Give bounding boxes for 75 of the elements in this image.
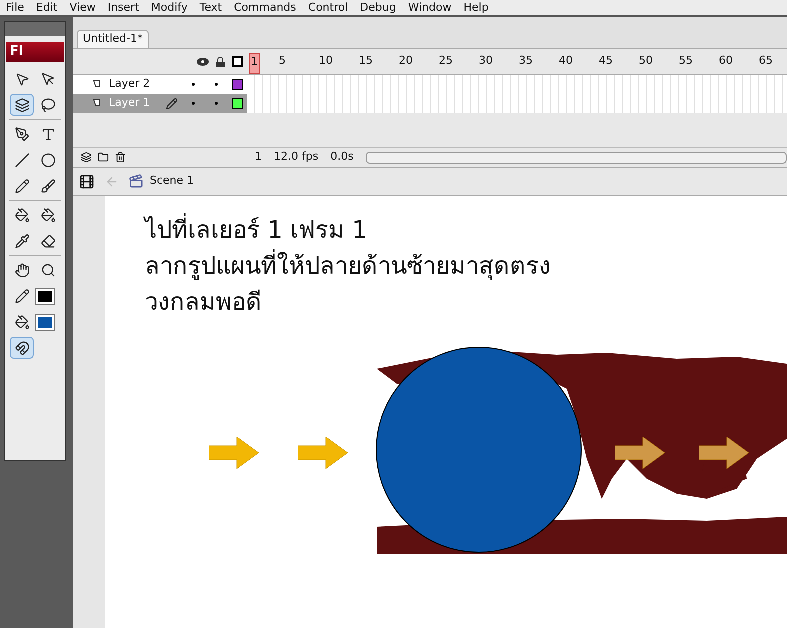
arrow-icon — [209, 437, 259, 469]
frame-rate: 12.0 fps — [274, 149, 319, 166]
magnet-icon — [14, 340, 30, 356]
frame-counter: 1 — [255, 149, 262, 166]
layer-name: Layer 1 — [109, 95, 152, 112]
stroke-color-swatch[interactable] — [36, 288, 54, 304]
brush-icon — [40, 178, 56, 194]
fill-color-swatch[interactable] — [36, 314, 54, 330]
oval-icon — [40, 152, 56, 168]
text-icon — [40, 126, 56, 142]
magnet-tool[interactable] — [10, 337, 34, 359]
stage-text-line: ลากรูปแผนที่ให้ปลายด้านซ้ายมาสุดตรง — [145, 248, 551, 284]
stroke-pencil-icon — [14, 288, 30, 304]
stage-text-line: วงกลมพอดี — [145, 287, 263, 318]
menu-item[interactable]: Insert — [102, 2, 146, 13]
layer-color-square[interactable] — [232, 79, 243, 90]
timeline-toggle-icon[interactable] — [79, 174, 95, 190]
hand-icon — [14, 262, 30, 278]
layer-color-square[interactable] — [232, 98, 243, 109]
menu-item[interactable]: Modify — [145, 2, 194, 13]
pencil-icon — [14, 178, 30, 194]
menu-item[interactable]: Edit — [30, 2, 64, 13]
layer-name: Layer 2 — [109, 76, 152, 92]
frame-number: 5 — [279, 53, 286, 69]
frame-number: 1 — [249, 53, 260, 74]
lock-icon[interactable] — [216, 56, 225, 66]
subselection-icon — [40, 72, 56, 86]
menu-item[interactable]: File — [0, 2, 30, 13]
layer-row[interactable]: Layer 2 — [73, 75, 247, 94]
trash-icon[interactable] — [115, 152, 126, 163]
selection-icon — [14, 72, 30, 86]
zoom-icon — [40, 262, 56, 278]
frame-number: 55 — [679, 53, 693, 69]
menu-item[interactable]: Debug — [354, 2, 402, 13]
frame-number: 10 — [319, 53, 333, 69]
eraser-icon — [40, 234, 56, 248]
eye-icon[interactable] — [197, 58, 209, 66]
lasso-icon — [40, 98, 56, 112]
menu-item[interactable]: View — [64, 2, 102, 13]
app-logo: Fl — [6, 42, 64, 62]
eyedropper-icon — [14, 234, 30, 248]
scene-label[interactable]: Scene 1 — [150, 173, 194, 190]
fill-bucket-icon — [14, 314, 30, 330]
folder-icon[interactable] — [98, 152, 109, 163]
arrow-icon — [298, 437, 348, 469]
frame-number: 50 — [639, 53, 653, 69]
new-layer-icon[interactable] — [81, 152, 92, 163]
free-transform-tool[interactable] — [10, 94, 34, 116]
frame-number: 25 — [439, 53, 453, 69]
frame-number: 60 — [719, 53, 733, 69]
menu-item[interactable]: Control — [302, 2, 354, 13]
arrow-icon — [615, 437, 665, 469]
document-tab[interactable]: Untitled-1* — [77, 30, 149, 48]
arrow-icon — [699, 437, 749, 469]
scene-icon — [129, 174, 144, 189]
frame-number: 30 — [479, 53, 493, 69]
menu-item[interactable]: Window — [402, 2, 458, 13]
frame-number: 20 — [399, 53, 413, 69]
frame-number: 45 — [599, 53, 613, 69]
elapsed-time: 0.0s — [330, 149, 354, 166]
horizontal-scrollbar[interactable] — [366, 152, 787, 164]
line-icon — [14, 152, 30, 168]
stage-text-line: ไปที่เลเยอร์ 1 เฟรม 1 — [145, 212, 551, 248]
pen-icon — [14, 126, 30, 142]
paint-bucket-icon — [40, 208, 56, 222]
frame-number: 65 — [759, 53, 773, 69]
frame-number: 40 — [559, 53, 573, 69]
panel-header — [5, 22, 65, 36]
pencil-icon — [166, 98, 178, 110]
menu-item[interactable]: Text — [194, 2, 228, 13]
frame-number: 15 — [359, 53, 373, 69]
menu-item[interactable]: Help — [458, 2, 495, 13]
outline-icon[interactable] — [232, 56, 243, 67]
frame-number: 35 — [519, 53, 533, 69]
menu-item[interactable]: Commands — [228, 2, 302, 13]
